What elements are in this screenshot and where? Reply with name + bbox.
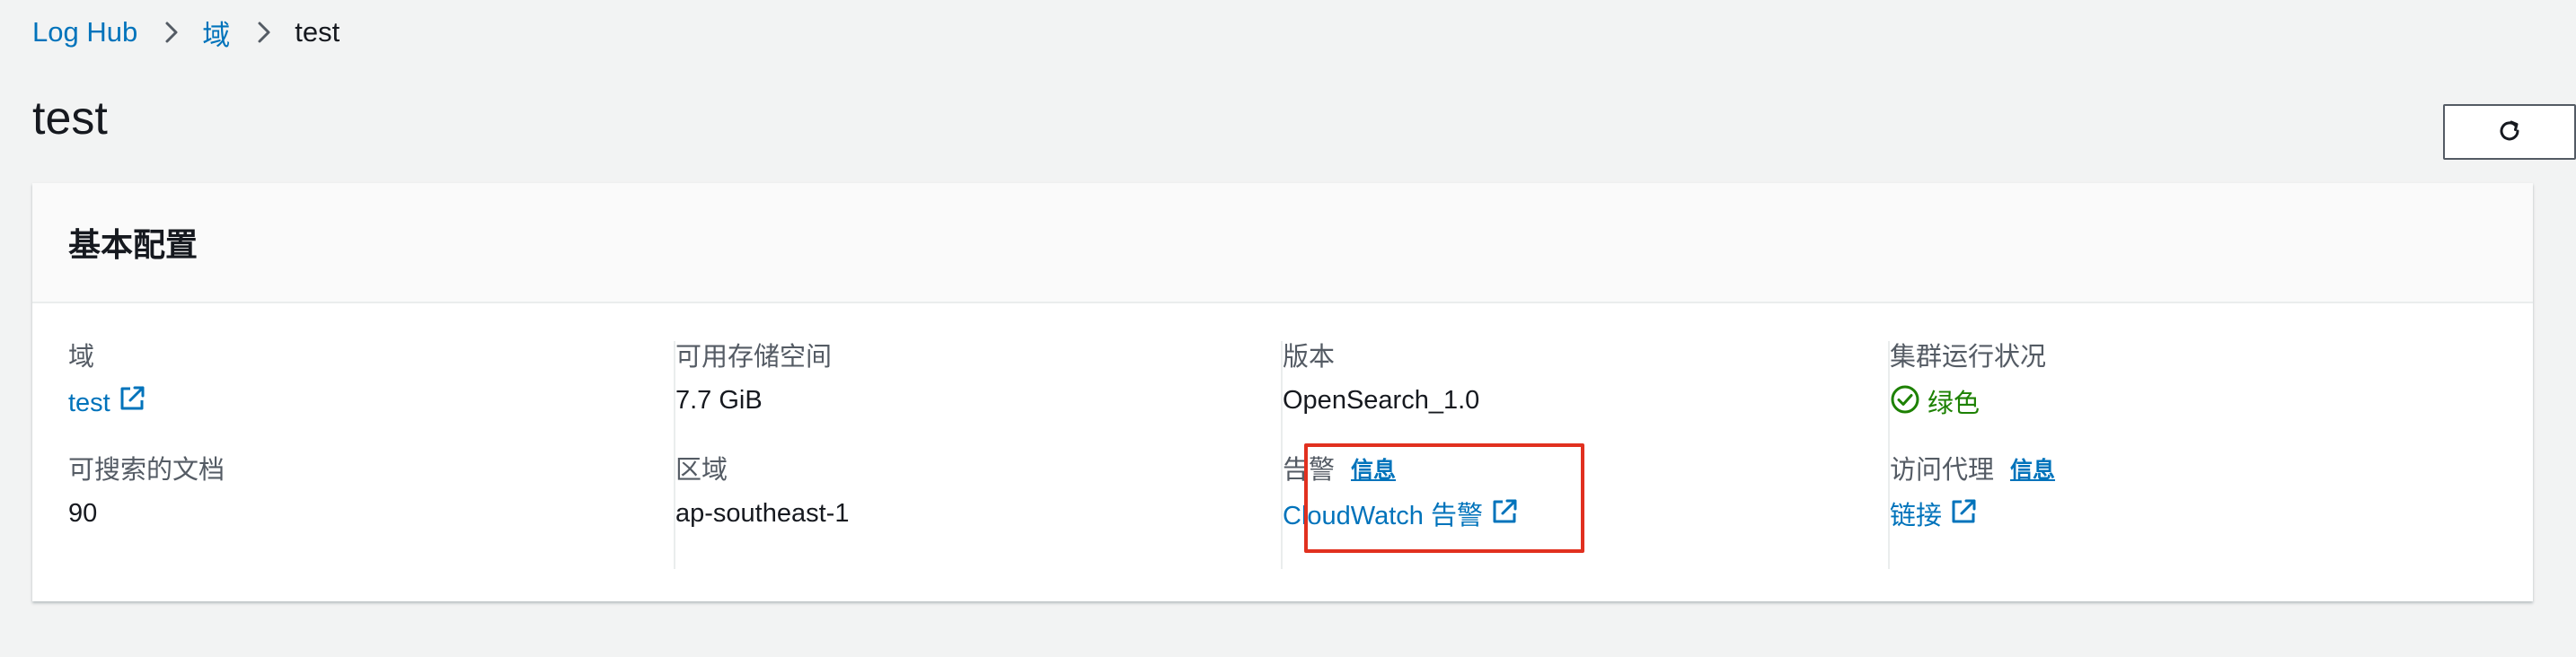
region-field: 区域 ap-southeast-1 — [675, 454, 849, 530]
config-columns: 域 test 可搜索的文档 90 可用存储空间 7.7 GiB 区域 ap-so… — [32, 341, 2533, 574]
documents-field: 可搜索的文档 90 — [68, 454, 225, 530]
health-status: 绿色 — [1890, 384, 1980, 423]
domain-field: 域 test — [68, 341, 146, 421]
health-label: 集群运行状况 — [1890, 343, 2047, 372]
alarms-highlight-box — [1304, 443, 1584, 553]
check-circle-icon — [1890, 384, 1928, 423]
external-link-icon — [110, 384, 146, 421]
breadcrumb-log-hub[interactable]: Log Hub — [32, 16, 137, 48]
health-status-text: 绿色 — [1928, 389, 1981, 418]
region-label: 区域 — [675, 456, 728, 485]
chevron-right-icon — [164, 21, 179, 44]
version-value: OpenSearch_1.0 — [1283, 386, 1480, 415]
basic-config-card: 基本配置 域 test 可搜索的文档 90 可用存储空间 7.7 GiB 区域 … — [32, 183, 2533, 601]
version-field: 版本 OpenSearch_1.0 — [1283, 341, 1479, 416]
storage-value: 7.7 GiB — [675, 386, 763, 415]
external-link-icon — [1942, 497, 1978, 534]
card-title: 基本配置 — [68, 226, 198, 263]
breadcrumb-current: test — [295, 16, 340, 48]
breadcrumb-domain[interactable]: 域 — [202, 13, 230, 53]
proxy-label: 访问代理 — [1890, 456, 1995, 485]
storage-label: 可用存储空间 — [675, 343, 833, 372]
storage-field: 可用存储空间 7.7 GiB — [675, 341, 832, 416]
column-storage: 可用存储空间 7.7 GiB 区域 ap-southeast-1 — [675, 341, 1250, 569]
breadcrumb: Log Hub 域 test — [32, 13, 340, 52]
column-domain: 域 test 可搜索的文档 90 — [68, 341, 643, 569]
chevron-right-icon — [257, 21, 271, 44]
card-header: 基本配置 — [32, 183, 2533, 303]
version-label: 版本 — [1283, 343, 1336, 372]
domain-label: 域 — [68, 343, 95, 372]
documents-value: 90 — [68, 499, 98, 528]
proxy-link-text: 链接 — [1890, 501, 1943, 530]
domain-link[interactable]: test — [68, 384, 146, 421]
region-value: ap-southeast-1 — [675, 499, 850, 528]
column-health: 集群运行状况 绿色 访问代理 信息 链接 — [1890, 341, 2465, 569]
domain-link-text: test — [68, 388, 110, 417]
refresh-button[interactable] — [2443, 104, 2576, 160]
proxy-link[interactable]: 链接 — [1890, 497, 1978, 534]
page-title: test — [32, 92, 108, 145]
health-field: 集群运行状况 绿色 — [1890, 341, 2046, 423]
refresh-icon — [2495, 117, 2524, 148]
documents-label: 可搜索的文档 — [68, 456, 225, 485]
proxy-info-link[interactable]: 信息 — [2010, 454, 2055, 486]
proxy-field: 访问代理 信息 链接 — [1890, 454, 2055, 534]
